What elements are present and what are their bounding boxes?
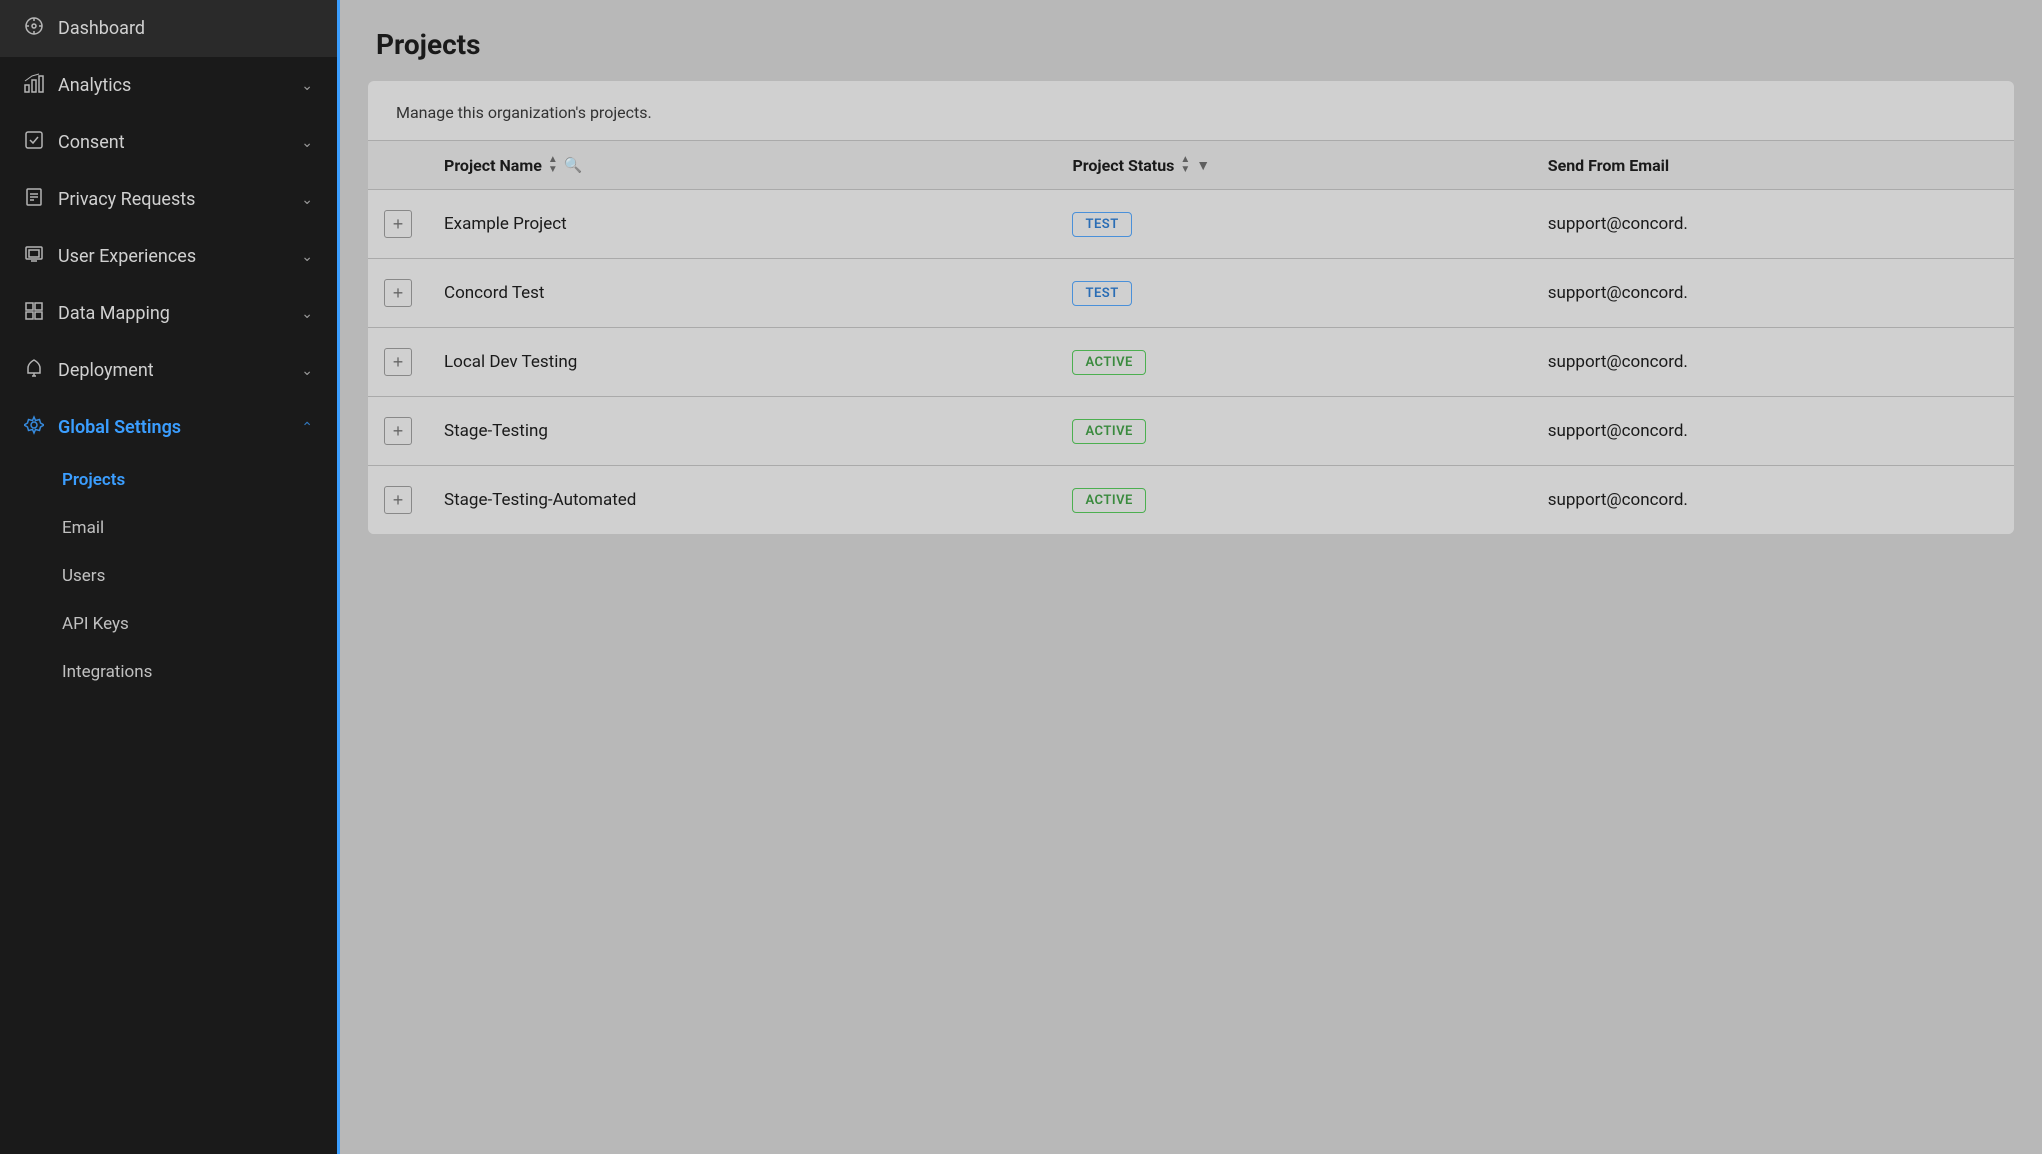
expand-cell: + (368, 259, 428, 328)
status-badge: ACTIVE (1072, 350, 1145, 375)
page-header: Projects (340, 0, 2042, 81)
expand-button[interactable]: + (384, 348, 412, 376)
sidebar-sub-item-email[interactable]: Email (0, 504, 337, 552)
project-name-cell: Local Dev Testing (428, 328, 1056, 397)
sidebar-item-label: User Experiences (58, 246, 293, 267)
sidebar-sub-item-integrations[interactable]: Integrations (0, 648, 337, 696)
sidebar-sub-item-label: Users (62, 566, 105, 586)
project-status-cell: ACTIVE (1056, 466, 1531, 535)
table-row: + Stage-Testing ACTIVE support@concord. (368, 397, 2014, 466)
project-status-cell: ACTIVE (1056, 328, 1531, 397)
expand-cell: + (368, 328, 428, 397)
expand-button[interactable]: + (384, 486, 412, 514)
expand-button[interactable]: + (384, 279, 412, 307)
expand-button[interactable]: + (384, 210, 412, 238)
table-row: + Example Project TEST support@concord. (368, 190, 2014, 259)
sort-icon[interactable]: ▲▼ (1180, 155, 1190, 175)
sidebar-item-consent[interactable]: Consent ⌄ (0, 114, 337, 171)
chevron-down-icon: ⌄ (301, 192, 313, 208)
privacy-requests-icon (24, 187, 44, 212)
sidebar-item-analytics[interactable]: Analytics ⌄ (0, 57, 337, 114)
sidebar-sub-item-label: Email (62, 518, 104, 538)
sidebar-item-label: Dashboard (58, 18, 313, 39)
projects-table: Project Name ▲▼ 🔍 Project Status ▲▼ ▼ (368, 140, 2014, 534)
sidebar-item-label: Consent (58, 132, 293, 153)
sidebar-sub-item-users[interactable]: Users (0, 552, 337, 600)
chevron-up-icon: ⌃ (301, 420, 313, 436)
expand-cell: + (368, 190, 428, 259)
sidebar-sub-item-label: Projects (62, 470, 125, 490)
chevron-down-icon: ⌄ (301, 363, 313, 379)
sidebar-sub-item-label: API Keys (62, 614, 129, 634)
column-expand (368, 141, 428, 190)
sidebar-item-user-experiences[interactable]: User Experiences ⌄ (0, 228, 337, 285)
dashboard-icon (24, 16, 44, 41)
page-title: Projects (376, 28, 2006, 61)
sidebar-item-label: Analytics (58, 75, 293, 96)
chevron-down-icon: ⌄ (301, 78, 313, 94)
table-header-row: Project Name ▲▼ 🔍 Project Status ▲▼ ▼ (368, 141, 2014, 190)
project-name-cell: Stage-Testing (428, 397, 1056, 466)
chevron-down-icon: ⌄ (301, 249, 313, 265)
expand-button[interactable]: + (384, 417, 412, 445)
project-name-cell: Concord Test (428, 259, 1056, 328)
expand-cell: + (368, 397, 428, 466)
table-row: + Stage-Testing-Automated ACTIVE support@co… (368, 466, 2014, 535)
project-name-cell: Stage-Testing-Automated (428, 466, 1056, 535)
column-project-name: Project Name ▲▼ 🔍 (428, 141, 1056, 190)
project-status-cell: ACTIVE (1056, 397, 1531, 466)
search-icon[interactable]: 🔍 (564, 156, 583, 174)
sort-icon[interactable]: ▲▼ (548, 155, 558, 175)
column-project-name-label: Project Name (444, 156, 542, 175)
send-from-email-cell: support@concord. (1532, 466, 2014, 535)
sidebar-item-label: Deployment (58, 360, 293, 381)
send-from-email-cell: support@concord. (1532, 328, 2014, 397)
sidebar-item-deployment[interactable]: Deployment ⌄ (0, 342, 337, 399)
send-from-email-cell: support@concord. (1532, 190, 2014, 259)
table-row: + Concord Test TEST support@concord. (368, 259, 2014, 328)
table-row: + Local Dev Testing ACTIVE support@concord. (368, 328, 2014, 397)
sidebar-sub-item-api-keys[interactable]: API Keys (0, 600, 337, 648)
table-body: + Example Project TEST support@concord. + Con… (368, 190, 2014, 535)
sidebar-item-label: Privacy Requests (58, 189, 293, 210)
sidebar-item-global-settings[interactable]: Global Settings ⌃ (0, 399, 337, 456)
sidebar-item-label: Data Mapping (58, 303, 293, 324)
status-badge: TEST (1072, 281, 1131, 306)
send-from-email-cell: support@concord. (1532, 259, 2014, 328)
expand-cell: + (368, 466, 428, 535)
column-project-status: Project Status ▲▼ ▼ (1056, 141, 1531, 190)
data-mapping-icon (24, 301, 44, 326)
main-content: Projects Manage this organization's proj… (340, 0, 2042, 1154)
column-send-from-email: Send From Email (1532, 141, 2014, 190)
column-project-status-label: Project Status (1072, 156, 1174, 175)
chevron-down-icon: ⌄ (301, 135, 313, 151)
analytics-icon (24, 73, 44, 98)
chevron-down-icon: ⌄ (301, 306, 313, 322)
sidebar-sub-item-projects[interactable]: Projects (0, 456, 337, 504)
project-status-cell: TEST (1056, 190, 1531, 259)
column-send-from-email-label: Send From Email (1548, 156, 1669, 175)
projects-table-wrapper: Project Name ▲▼ 🔍 Project Status ▲▼ ▼ (368, 140, 2014, 534)
sidebar-item-data-mapping[interactable]: Data Mapping ⌄ (0, 285, 337, 342)
sidebar-item-dashboard[interactable]: Dashboard (0, 0, 337, 57)
sidebar-item-privacy-requests[interactable]: Privacy Requests ⌄ (0, 171, 337, 228)
consent-icon (24, 130, 44, 155)
deployment-icon (24, 358, 44, 383)
filter-icon[interactable]: ▼ (1196, 157, 1210, 174)
project-name-cell: Example Project (428, 190, 1056, 259)
sidebar-sub-item-label: Integrations (62, 662, 152, 682)
send-from-email-cell: support@concord. (1532, 397, 2014, 466)
projects-card: Manage this organization's projects. Pro… (368, 81, 2014, 534)
sidebar: Dashboard Analytics ⌄ Consent ⌄ (0, 0, 340, 1154)
card-description: Manage this organization's projects. (368, 81, 2014, 140)
status-badge: ACTIVE (1072, 419, 1145, 444)
project-status-cell: TEST (1056, 259, 1531, 328)
status-badge: ACTIVE (1072, 488, 1145, 513)
status-badge: TEST (1072, 212, 1131, 237)
user-experiences-icon (24, 244, 44, 269)
sidebar-item-label: Global Settings (58, 417, 293, 438)
gear-icon (24, 415, 44, 440)
